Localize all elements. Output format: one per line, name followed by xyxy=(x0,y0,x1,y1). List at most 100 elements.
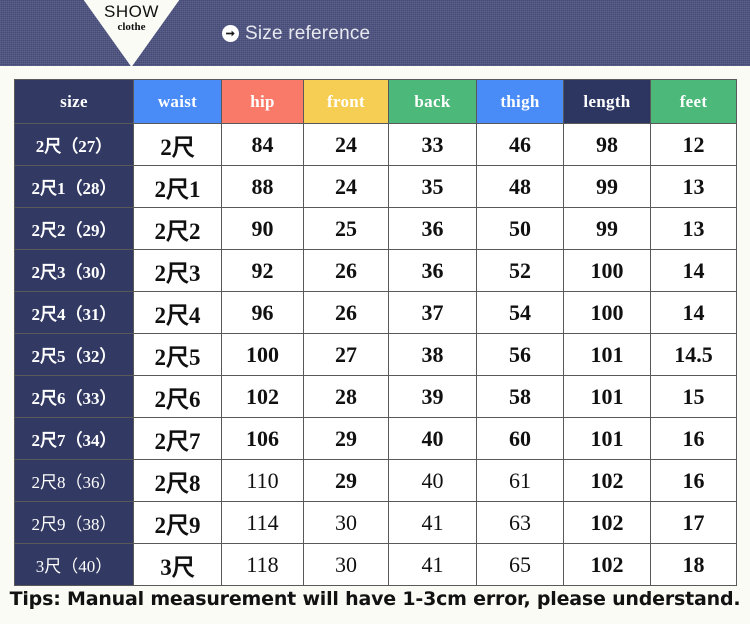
cell-hip: 84 xyxy=(221,123,304,166)
cell-feet: 14 xyxy=(650,291,737,334)
cell-front: 29 xyxy=(303,459,389,502)
cell-length: 98 xyxy=(563,123,651,166)
cell-feet: 12 xyxy=(650,123,737,166)
cell-feet: 16 xyxy=(650,417,737,460)
table-row: 2尺2（29） 2尺2 90 25 36 50 99 13 xyxy=(14,207,737,250)
cell-hip: 90 xyxy=(221,207,304,250)
cell-length: 102 xyxy=(563,543,651,586)
cell-front: 26 xyxy=(303,291,389,334)
cell-feet: 17 xyxy=(650,501,737,544)
cell-back: 38 xyxy=(388,333,477,376)
cell-hip: 96 xyxy=(221,291,304,334)
cell-length: 100 xyxy=(563,249,651,292)
cell-thigh: 50 xyxy=(476,207,564,250)
column-header-front: front xyxy=(303,79,389,124)
cell-size: 2尺5（32） xyxy=(14,333,134,376)
cell-front: 29 xyxy=(303,417,389,460)
cell-hip: 114 xyxy=(221,501,304,544)
cell-feet: 13 xyxy=(650,165,737,208)
cell-back: 41 xyxy=(388,501,477,544)
cell-waist: 2尺9 xyxy=(133,501,222,544)
page-banner: SHOW clothe Size reference xyxy=(0,0,750,66)
cell-front: 24 xyxy=(303,123,389,166)
cell-waist: 3尺 xyxy=(133,543,222,586)
cell-waist: 2尺7 xyxy=(133,417,222,460)
cell-length: 102 xyxy=(563,459,651,502)
size-reference-table: size waist hip front back thigh length f… xyxy=(14,79,737,586)
table-row: 2尺4（31） 2尺4 96 26 37 54 100 14 xyxy=(14,291,737,334)
table-body: 2尺（27） 2尺 84 24 33 46 98 12 2尺1（28） 2尺1 88 24 35 48 99… xyxy=(14,123,737,586)
cell-waist: 2尺4 xyxy=(133,291,222,334)
column-header-length: length xyxy=(563,79,651,124)
brand-notch xyxy=(83,0,180,66)
arrow-right-circle-icon xyxy=(222,24,239,42)
cell-hip: 102 xyxy=(221,375,304,418)
cell-waist: 2尺6 xyxy=(133,375,222,418)
cell-back: 40 xyxy=(388,417,477,460)
table-row: 2尺3（30） 2尺3 92 26 36 52 100 14 xyxy=(14,249,737,292)
cell-hip: 110 xyxy=(221,459,304,502)
table-header-row: size waist hip front back thigh length f… xyxy=(14,79,737,124)
column-header-back: back xyxy=(388,79,477,124)
cell-back: 33 xyxy=(388,123,477,166)
cell-waist: 2尺1 xyxy=(133,165,222,208)
cell-size: 2尺（27） xyxy=(14,123,134,166)
cell-back: 35 xyxy=(388,165,477,208)
cell-back: 39 xyxy=(388,375,477,418)
cell-thigh: 52 xyxy=(476,249,564,292)
cell-length: 99 xyxy=(563,165,651,208)
table-row: 3尺（40） 3尺 118 30 41 65 102 18 xyxy=(14,543,737,586)
cell-size: 3尺（40） xyxy=(14,543,134,586)
cell-thigh: 46 xyxy=(476,123,564,166)
table-row: 2尺9（38） 2尺9 114 30 41 63 102 17 xyxy=(14,501,737,544)
cell-waist: 2尺 xyxy=(133,123,222,166)
table-row: 2尺8（36） 2尺8 110 29 40 61 102 16 xyxy=(14,459,737,502)
cell-thigh: 48 xyxy=(476,165,564,208)
cell-length: 99 xyxy=(563,207,651,250)
cell-thigh: 58 xyxy=(476,375,564,418)
column-header-feet: feet xyxy=(650,79,737,124)
cell-size: 2尺1（28） xyxy=(14,165,134,208)
cell-feet: 18 xyxy=(650,543,737,586)
banner-title-group: Size reference xyxy=(222,0,370,66)
cell-back: 36 xyxy=(388,207,477,250)
cell-length: 101 xyxy=(563,417,651,460)
cell-feet: 16 xyxy=(650,459,737,502)
column-header-thigh: thigh xyxy=(476,79,564,124)
cell-feet: 13 xyxy=(650,207,737,250)
cell-length: 101 xyxy=(563,333,651,376)
cell-feet: 14.5 xyxy=(650,333,737,376)
cell-waist: 2尺3 xyxy=(133,249,222,292)
cell-thigh: 54 xyxy=(476,291,564,334)
cell-front: 26 xyxy=(303,249,389,292)
cell-size: 2尺6（33） xyxy=(14,375,134,418)
cell-front: 30 xyxy=(303,543,389,586)
cell-front: 27 xyxy=(303,333,389,376)
table-row: 2尺6（33） 2尺6 102 28 39 58 101 15 xyxy=(14,375,737,418)
table-row: 2尺7（34） 2尺7 106 29 40 60 101 16 xyxy=(14,417,737,460)
cell-front: 28 xyxy=(303,375,389,418)
cell-waist: 2尺8 xyxy=(133,459,222,502)
cell-hip: 100 xyxy=(221,333,304,376)
table-row: 2尺（27） 2尺 84 24 33 46 98 12 xyxy=(14,123,737,166)
cell-hip: 118 xyxy=(221,543,304,586)
column-header-size: size xyxy=(14,79,134,124)
cell-back: 41 xyxy=(388,543,477,586)
cell-hip: 92 xyxy=(221,249,304,292)
table-row: 2尺1（28） 2尺1 88 24 35 48 99 13 xyxy=(14,165,737,208)
cell-front: 25 xyxy=(303,207,389,250)
cell-size: 2尺8（36） xyxy=(14,459,134,502)
cell-waist: 2尺5 xyxy=(133,333,222,376)
cell-front: 30 xyxy=(303,501,389,544)
cell-front: 24 xyxy=(303,165,389,208)
cell-feet: 14 xyxy=(650,249,737,292)
cell-back: 36 xyxy=(388,249,477,292)
size-table-container: size waist hip front back thigh length f… xyxy=(14,79,737,586)
cell-thigh: 60 xyxy=(476,417,564,460)
cell-feet: 15 xyxy=(650,375,737,418)
cell-size: 2尺9（38） xyxy=(14,501,134,544)
cell-thigh: 61 xyxy=(476,459,564,502)
cell-size: 2尺7（34） xyxy=(14,417,134,460)
cell-back: 37 xyxy=(388,291,477,334)
banner-title: Size reference xyxy=(245,22,371,44)
